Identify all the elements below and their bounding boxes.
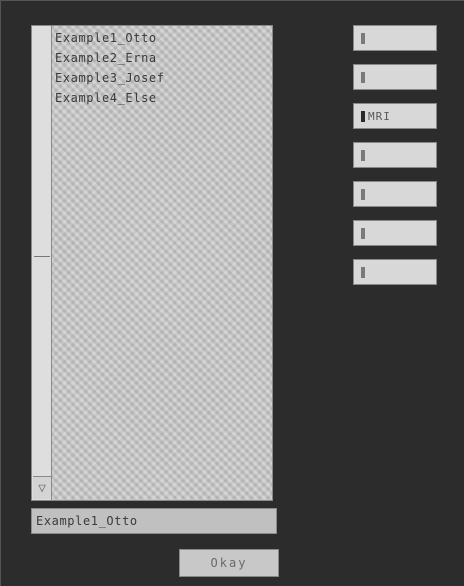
side-button-7[interactable] [353,259,437,285]
side-button-mri[interactable]: MRI [353,103,437,129]
list-item[interactable]: Example3_Josef [55,68,272,88]
side-button-1[interactable] [353,25,437,51]
marker-icon [361,227,365,239]
selection-input[interactable]: Example1_Otto [31,508,277,534]
side-button-6[interactable] [353,220,437,246]
item-list[interactable]: Example1_Otto Example2_Erna Example3_Jos… [51,25,273,501]
marker-icon [361,188,365,200]
side-button-2[interactable] [353,64,437,90]
marker-icon [361,149,365,161]
scroll-down-button[interactable]: ▽ [33,476,51,499]
side-button-4[interactable] [353,142,437,168]
okay-button[interactable]: Okay [179,549,279,577]
scroll-thumb[interactable] [34,256,50,257]
marker-icon [361,71,365,83]
marker-icon [361,32,365,44]
side-button-5[interactable] [353,181,437,207]
side-button-label: MRI [368,109,391,123]
dialog-window: ▽ Example1_Otto Example2_Erna Example3_J… [0,0,464,586]
list-item[interactable]: Example2_Erna [55,48,272,68]
okay-button-label: Okay [210,556,248,570]
list-item[interactable]: Example4_Else [55,88,272,108]
triangle-down-icon: ▽ [38,480,46,496]
list-item[interactable]: Example1_Otto [55,28,272,48]
marker-icon [361,110,365,122]
marker-icon [361,266,365,278]
list-scrollbar[interactable]: ▽ [31,25,53,501]
